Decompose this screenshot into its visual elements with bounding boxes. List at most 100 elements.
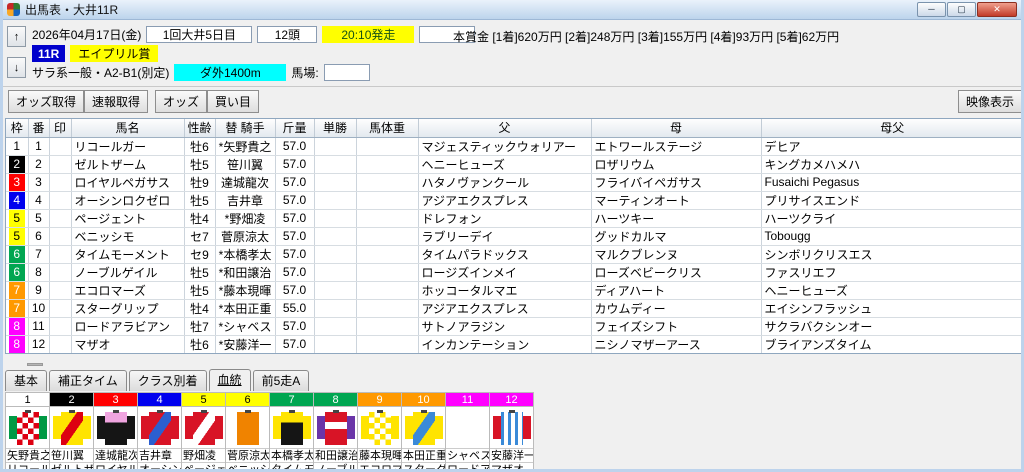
- cell-sex_age: 牡4: [184, 209, 216, 228]
- cell-jockey: *シャベス: [215, 317, 276, 336]
- tab-基本[interactable]: 基本: [5, 370, 48, 391]
- table-row[interactable]: 6 7 タイムモーメント セ9 *本橋孝太 57.0 タイムパラドックス マルクブレンヌ シンボ…: [6, 245, 1021, 264]
- column-header-10[interactable]: 母: [591, 119, 762, 138]
- column-header-9[interactable]: 父: [418, 119, 592, 138]
- silk-cell: 4 吉井章オーシンロクゼロ: [138, 393, 182, 469]
- cell-dam_sire: エイシンフラッシュ: [761, 299, 1021, 318]
- cell-frame: 7: [6, 299, 29, 318]
- silk-horse-name: リコールガー: [6, 463, 49, 469]
- prize-money: 本賞金 [1着]620万円 [2着]248万円 [3着]155万円 [4着]93…: [453, 30, 840, 44]
- silk-jockey-name: シャベス: [446, 450, 489, 463]
- cell-body_weight: [356, 137, 419, 156]
- silk-jockey-name: 吉井章: [138, 449, 181, 463]
- window-title: 出馬表・大井11R: [25, 3, 119, 17]
- cell-sex_age: 牡5: [184, 191, 216, 210]
- cell-mark: [49, 137, 72, 156]
- splitter-handle[interactable]: [27, 363, 43, 366]
- silk-jockey-name: 達城龍次: [94, 450, 137, 463]
- silk-number: 6: [226, 393, 269, 407]
- table-row[interactable]: 8 12 マザオ 牡6 *安藤洋一 57.0 インカンテーション ニシノマザーアース ブライアン…: [6, 335, 1021, 353]
- cell-sire: ラブリーデイ: [418, 227, 592, 246]
- column-header-5[interactable]: 替 騎手: [215, 119, 276, 138]
- flash-fetch-button[interactable]: 速報取得: [84, 90, 149, 113]
- cell-mark: [49, 173, 72, 192]
- column-header-6[interactable]: 斤量: [275, 119, 315, 138]
- close-button[interactable]: ✕: [977, 2, 1017, 17]
- cell-name: ゼルトザーム: [71, 155, 185, 174]
- bet-picks-button[interactable]: 買い目: [207, 90, 260, 113]
- silk-jockey-name: 安藤洋一: [490, 450, 533, 463]
- video-display-button[interactable]: 映像表示: [957, 90, 1021, 113]
- cell-dam_sire: サクラバクシンオー: [761, 317, 1021, 336]
- cell-sire: ロージズインメイ: [418, 263, 592, 282]
- cell-num: 11: [28, 317, 50, 336]
- cell-name: オーシンロクゼロ: [71, 191, 185, 210]
- cell-body_weight: [356, 281, 419, 300]
- view-tabs: 基本 補正タイム クラス別着 血統 前5走A: [5, 369, 310, 391]
- column-header-1[interactable]: 番: [28, 119, 50, 138]
- next-race-button[interactable]: ↓: [7, 57, 26, 78]
- cell-dam_sire: ブライアンズタイム: [761, 335, 1021, 353]
- table-row[interactable]: 3 3 ロイヤルペガサス 牡9 達城龍次 57.0 ハタノヴァンクール フライバイペガサス Fu…: [6, 173, 1021, 192]
- table-row[interactable]: 8 11 ロードアラビアン 牡7 *シャベス 57.0 サトノアラジン フェイズシフト サクラバ…: [6, 317, 1021, 336]
- table-row[interactable]: 6 8 ノーブルゲイル 牡5 *和田譲治 57.0 ロージズインメイ ローズベビークリス ファス…: [6, 263, 1021, 282]
- column-header-4[interactable]: 性齢: [184, 119, 216, 138]
- column-header-11[interactable]: 母父: [761, 119, 1021, 138]
- tab-血統[interactable]: 血統: [208, 369, 251, 391]
- cell-weight: 57.0: [275, 335, 315, 353]
- tab-クラス別着[interactable]: クラス別着: [128, 370, 207, 391]
- silk-cell: 8 和田譲治ノーブルゲイル: [314, 393, 358, 469]
- silk-horse-name: スターグリップ: [402, 463, 445, 469]
- cell-mark: [49, 335, 72, 353]
- silk-horse-name: タイムモーメント: [270, 463, 313, 469]
- cell-sex_age: 牡5: [184, 263, 216, 282]
- cell-jockey: 達城龍次: [215, 173, 276, 192]
- odds-fetch-button[interactable]: オッズ取得: [8, 90, 85, 113]
- table-row[interactable]: 7 9 エコロマーズ 牡5 *藤本現暉 57.0 ホッコータルマエ ディアハート ヘニーヒューズ: [6, 281, 1021, 300]
- cell-sire: ドレフォン: [418, 209, 592, 228]
- cell-dam_sire: デヒア: [761, 137, 1021, 156]
- entries-table: 枠番印馬名 性齢替 騎手 斤量 単勝 馬体重父母母父 1 1 リコールガー 牡6 *矢野貴之 57…: [6, 119, 1021, 353]
- cell-sex_age: セ7: [184, 227, 216, 246]
- race-date: 2026年04月17日(金): [32, 28, 142, 42]
- cell-dam: ニシノマザーアース: [591, 335, 762, 353]
- track-condition-field[interactable]: [323, 64, 370, 81]
- cell-sex_age: 牡5: [184, 281, 216, 300]
- silk-cell: 3 達城龍次ロイヤルペガサス: [94, 393, 138, 469]
- cell-weight: 57.0: [275, 281, 315, 300]
- silk-horse-name: エコロマーズ: [358, 463, 401, 469]
- column-header-0[interactable]: 枠: [6, 119, 29, 138]
- cell-weight: 57.0: [275, 209, 315, 228]
- cell-frame: 8: [6, 317, 29, 336]
- cell-frame: 2: [6, 155, 29, 174]
- table-row[interactable]: 5 5 ページェント 牡4 *野畑凌 57.0 ドレフォン ハーツキー ハーツクライ: [6, 209, 1021, 228]
- column-header-8[interactable]: 馬体重: [356, 119, 419, 138]
- maximize-button[interactable]: ▢: [947, 2, 976, 17]
- cell-name: リコールガー: [71, 137, 185, 156]
- silk-number: 10: [402, 393, 445, 407]
- column-header-3[interactable]: 馬名: [71, 119, 185, 138]
- silk-jockey-name: 本田正重: [402, 450, 445, 463]
- silk-cell: 5 野畑凌ページェント: [182, 393, 226, 469]
- cell-mark: [49, 317, 72, 336]
- table-row[interactable]: 2 2 ゼルトザーム 牡5 笹川翼 57.0 ヘニーヒューズ ロザリウム キングカメハメハ: [6, 155, 1021, 174]
- cell-sex_age: 牡6: [184, 335, 216, 353]
- table-row[interactable]: 7 10 スターグリップ 牡4 *本田正重 55.0 アジアエクスプレス カウムディー エイシン…: [6, 299, 1021, 318]
- cell-dam: エトワールステージ: [591, 137, 762, 156]
- column-header-7[interactable]: 単勝: [314, 119, 357, 138]
- tab-補正タイム[interactable]: 補正タイム: [49, 370, 127, 391]
- cell-odds: [314, 245, 357, 264]
- tab-前5走A[interactable]: 前5走A: [252, 370, 310, 391]
- silk-number: 1: [6, 393, 49, 407]
- column-header-2[interactable]: 印: [49, 119, 72, 138]
- prev-race-button[interactable]: ↑: [7, 26, 26, 47]
- cell-sire: ハタノヴァンクール: [418, 173, 592, 192]
- table-row[interactable]: 4 4 オーシンロクゼロ 牡5 吉井章 57.0 アジアエクスプレス マーティンオート プリサイ…: [6, 191, 1021, 210]
- silk-number: 9: [358, 393, 401, 407]
- table-row[interactable]: 1 1 リコールガー 牡6 *矢野貴之 57.0 マジェスティックウォリアー エトワールステー…: [6, 137, 1021, 156]
- odds-button[interactable]: オッズ: [155, 90, 208, 113]
- minimize-button[interactable]: ─: [917, 2, 946, 17]
- silk-horse-name: ベニッシモ: [226, 463, 269, 469]
- table-row[interactable]: 5 6 ベニッシモ セ7 菅原涼太 57.0 ラブリーデイ グッドカルマ Tobougg: [6, 227, 1021, 246]
- cell-odds: [314, 335, 357, 353]
